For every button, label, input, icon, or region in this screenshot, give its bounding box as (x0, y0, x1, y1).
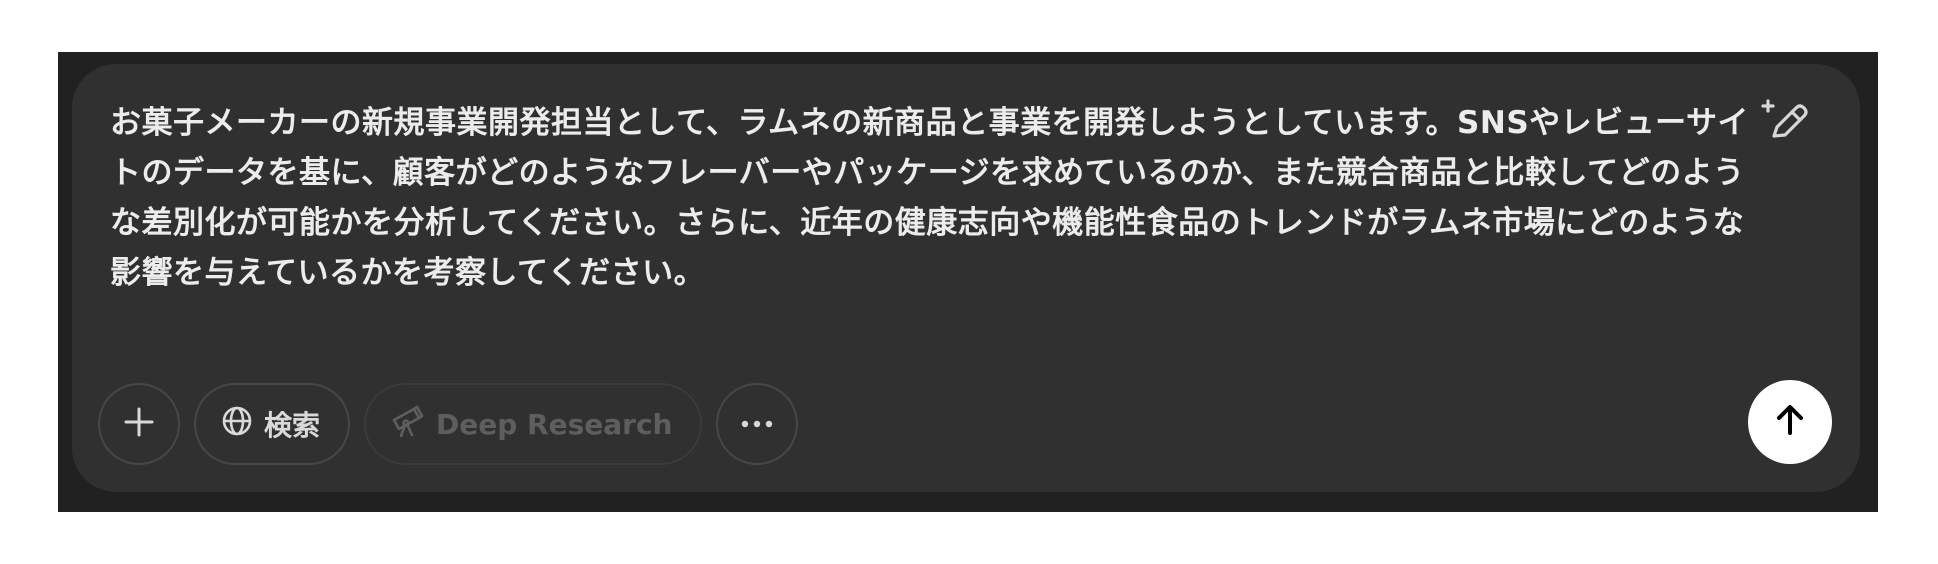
prompt-composer: お菓子メーカーの新規事業開発担当として、ラムネの新商品と事業を開発しようとしてい… (72, 64, 1860, 492)
more-tools-button[interactable] (716, 383, 799, 465)
app-frame: お菓子メーカーの新規事業開発担当として、ラムネの新商品と事業を開発しようとしてい… (58, 52, 1878, 512)
deep-research-button-label: Deep Research (436, 407, 673, 441)
ellipsis-icon (739, 415, 775, 434)
globe-icon (220, 404, 254, 445)
add-attachment-button[interactable] (98, 383, 180, 465)
magic-edit-button[interactable] (1756, 92, 1814, 150)
composer-toolbar: 検索 Deep Research (98, 382, 799, 466)
arrow-up-icon (1772, 402, 1808, 442)
deep-research-button[interactable]: Deep Research (364, 383, 703, 465)
search-button[interactable]: 検索 (194, 383, 351, 465)
search-button-label: 検索 (264, 409, 321, 442)
prompt-input[interactable]: お菓子メーカーの新規事業開発担当として、ラムネの新商品と事業を開発しようとしてい… (110, 98, 1750, 328)
send-button[interactable] (1748, 380, 1832, 464)
sparkle-pencil-icon (1760, 96, 1810, 146)
telescope-icon (390, 404, 426, 445)
plus-icon (122, 405, 156, 443)
